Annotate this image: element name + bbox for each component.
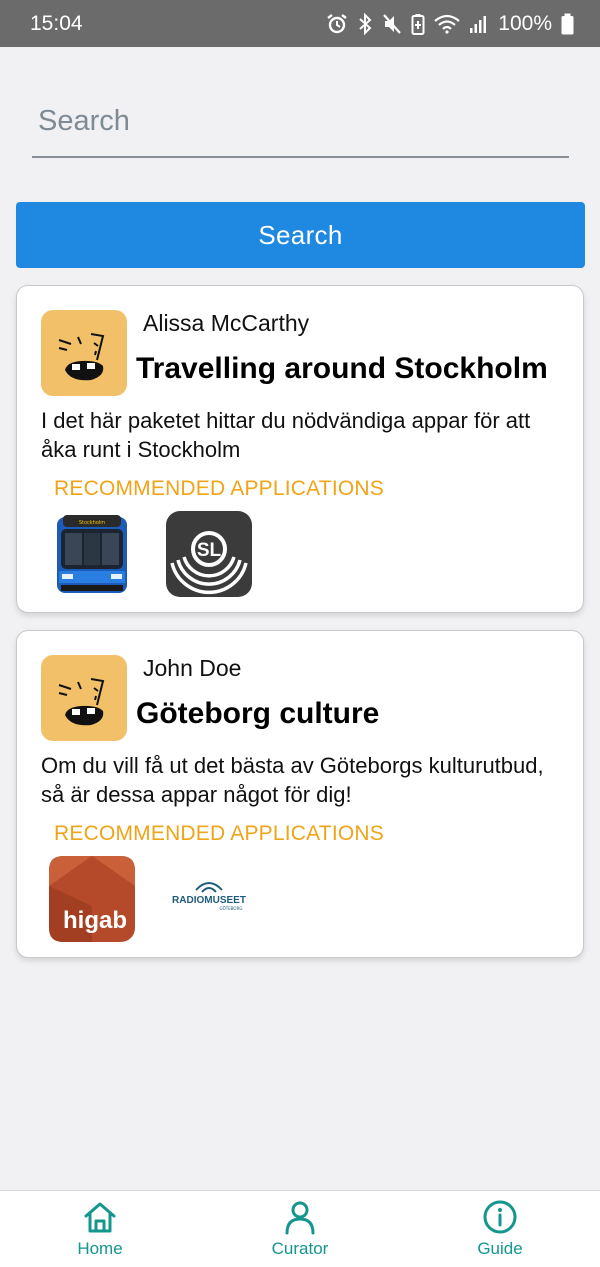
search-button[interactable]: Search [16,202,585,268]
info-icon [483,1200,517,1234]
package-title: Travelling around Stockholm [136,352,548,385]
nav-guide-label: Guide [477,1239,523,1258]
sl-logo-text: SL [197,540,222,561]
status-icons: 100% [326,12,574,36]
search-field-container [32,88,569,158]
battery-saver-icon [411,13,425,35]
battery-icon [561,13,574,34]
alarm-icon [327,13,348,33]
radiomuseet-app-icon[interactable]: RADIOMUSEET GÖTEBORG [166,856,252,942]
mute-icon [383,13,402,34]
radiomuseet-logo-text: RADIOMUSEET [172,895,246,906]
recommended-applications-label: RECOMMENDED APPLICATIONS [54,822,384,845]
nav-curator[interactable]: Curator [240,1191,360,1267]
search-input[interactable] [32,88,569,154]
battery-level: 100% [498,11,552,35]
curator-avatar [41,655,127,741]
avatar-face-icon [58,333,105,381]
higab-app-icon[interactable]: higab [49,856,135,942]
curator-name: John Doe [143,655,242,681]
package-card[interactable]: John Doe Göteborg culture Om du vill få … [16,630,584,958]
nav-curator-label: Curator [271,1239,329,1258]
package-description: Om du vill få ut det bästa av Göteborgs … [41,753,544,807]
avatar-face-icon [58,678,105,726]
curator-name: Alissa McCarthy [143,310,310,336]
package-description: I det här paketet hittar du nödvändiga a… [41,408,531,462]
metro-train-app-icon[interactable]: Stockholm [49,511,135,597]
radiomuseet-city-text: GÖTEBORG [220,906,243,911]
status-bar: 15:04 100% [0,0,600,47]
nav-home-label: Home [77,1239,123,1258]
train-destination-text: Stockholm [79,520,105,526]
status-time: 15:04 [30,11,83,35]
signal-icon [470,15,487,33]
package-title: Göteborg culture [136,697,380,730]
nav-home[interactable]: Home [40,1191,160,1267]
wifi-icon [434,14,460,34]
recommended-applications-label: RECOMMENDED APPLICATIONS [54,477,384,500]
person-icon [285,1201,315,1235]
bottom-navigation: Home Curator Guide [0,1190,600,1267]
curator-avatar [41,310,127,396]
home-icon [84,1202,116,1233]
bluetooth-icon [359,12,372,35]
package-card[interactable]: Alissa McCarthy Travelling around Stockh… [16,285,584,613]
sl-app-icon[interactable]: SL [166,511,252,597]
nav-guide[interactable]: Guide [440,1191,560,1267]
higab-logo-text: higab [63,907,127,934]
